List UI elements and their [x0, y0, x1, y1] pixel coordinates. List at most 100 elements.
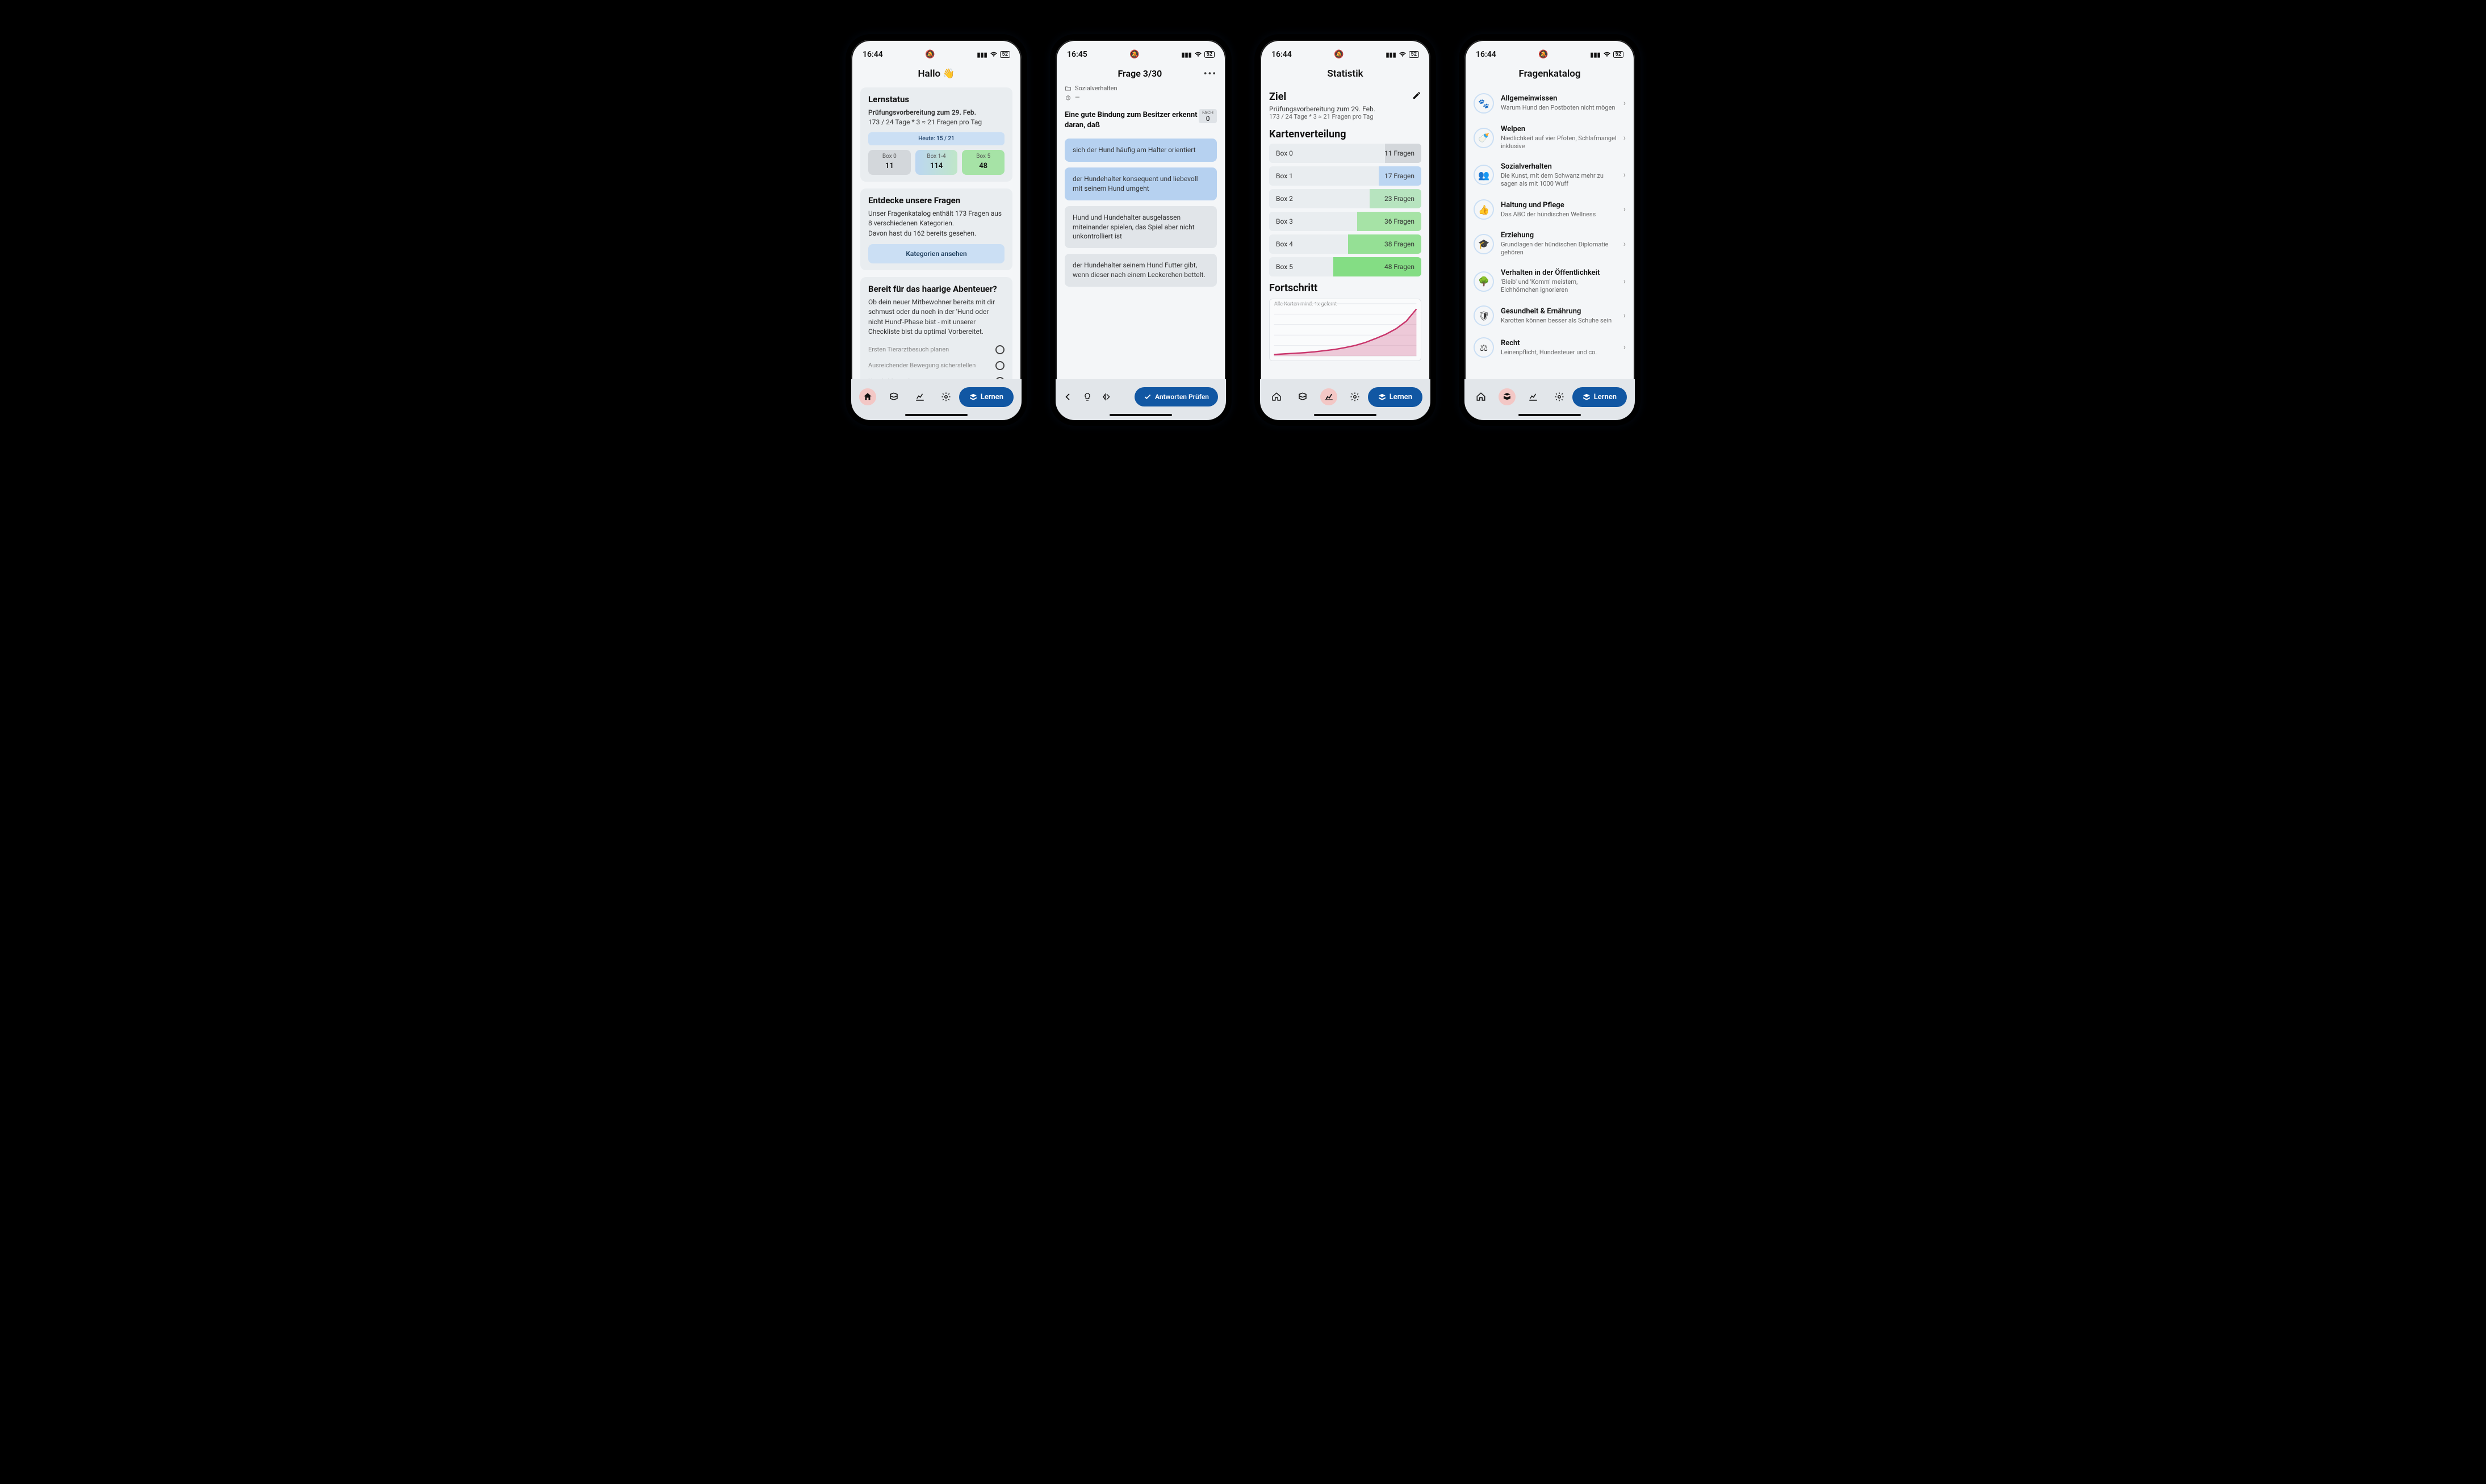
adventure-heading: Bereit für das haarige Abenteuer?	[868, 284, 1005, 294]
dist-row[interactable]: Box 011 Fragen	[1269, 144, 1421, 163]
wifi-icon	[1603, 52, 1611, 57]
nav-settings-icon[interactable]	[938, 388, 955, 405]
nav-home-icon[interactable]	[1472, 388, 1489, 405]
category-icon: ⚖	[1474, 337, 1494, 358]
more-icon[interactable]: •••	[1204, 68, 1217, 79]
category-item[interactable]: 👍 Haltung und PflegeDas ABC der hündisch…	[1474, 194, 1626, 225]
signal-icon: ▮▮▮	[977, 51, 987, 58]
wifi-icon	[1194, 52, 1202, 57]
answer-option[interactable]: der Hundehalter seinem Hund Futter gibt,…	[1065, 254, 1217, 287]
category-icon: 👥	[1474, 165, 1494, 185]
answer-option[interactable]: Hund und Hundehalter ausgelassen miteina…	[1065, 206, 1217, 248]
category-icon: 🎓	[1474, 234, 1494, 254]
category-icon: 🍼	[1474, 128, 1494, 148]
category-item[interactable]: 👥 SozialverhaltenDie Kunst, mit dem Schw…	[1474, 157, 1626, 194]
nav-catalog-icon[interactable]	[1294, 388, 1311, 405]
category-row: Sozialverhalten	[1065, 85, 1217, 92]
battery-icon: 52	[1613, 51, 1623, 58]
battery-icon: 52	[1204, 51, 1215, 58]
learn-button[interactable]: Lernen	[1572, 387, 1627, 407]
nav-home-icon[interactable]	[859, 388, 876, 405]
home-indicator[interactable]	[905, 414, 968, 416]
categories-button[interactable]: Kategorien ansehen	[868, 244, 1005, 263]
box-5[interactable]: Box 5 48	[962, 150, 1005, 175]
discover-body2: Davon hast du 162 bereits gesehen.	[868, 229, 1005, 238]
battery-icon: 52	[1000, 51, 1010, 58]
ziel-heading: Ziel	[1269, 91, 1375, 103]
radio-icon[interactable]	[995, 345, 1005, 354]
chevron-right-icon: ›	[1623, 311, 1626, 320]
dist-row[interactable]: Box 336 Fragen	[1269, 212, 1421, 231]
statusbar: 16:44 🔕 ▮▮▮ 52	[1260, 40, 1430, 65]
nav-stats-icon[interactable]	[1525, 388, 1542, 405]
status-right: ▮▮▮ 52	[977, 51, 1011, 58]
chevron-right-icon: ›	[1623, 240, 1626, 249]
adventure-body: Ob dein neuer Mitbewohner bereits mit di…	[868, 297, 1005, 337]
box-1-4[interactable]: Box 1-4 114	[915, 150, 958, 175]
home-indicator[interactable]	[1518, 414, 1581, 416]
nav-stats-icon[interactable]	[911, 388, 928, 405]
nav-catalog-icon[interactable]	[885, 388, 902, 405]
ziel-sub: Prüfungsvorbereitung zum 29. Feb.	[1269, 105, 1375, 113]
page-title: Statistik	[1269, 65, 1421, 87]
check-button[interactable]: Antworten Prüfen	[1135, 387, 1218, 406]
today-bar: Heute: 15 / 21	[868, 132, 1005, 145]
status-time: 16:44	[1271, 50, 1292, 59]
ziel-calc: 173 / 24 Tage * 3 ≈ 21 Fragen pro Tag	[1269, 113, 1375, 120]
category-item[interactable]: 🎓 ErziehungGrundlagen der hündischen Dip…	[1474, 225, 1626, 263]
dist-row[interactable]: Box 223 Fragen	[1269, 189, 1421, 208]
answer-option[interactable]: sich der Hund häufig am Halter orientier…	[1065, 139, 1217, 162]
learn-button[interactable]: Lernen	[959, 387, 1014, 407]
box-0[interactable]: Box 0 11	[868, 150, 911, 175]
checklist-item[interactable]: Ausreichender Bewegung sicherstellen	[868, 358, 1005, 374]
chevron-right-icon: ›	[1623, 343, 1626, 352]
home-indicator[interactable]	[1314, 414, 1376, 416]
learn-button[interactable]: Lernen	[1368, 387, 1422, 407]
chevron-right-icon: ›	[1623, 99, 1626, 108]
dist-row[interactable]: Box 117 Fragen	[1269, 166, 1421, 186]
time-row: —	[1065, 94, 1217, 101]
status-time: 16:44	[1476, 50, 1496, 59]
prog-heading: Fortschritt	[1269, 282, 1421, 294]
battery-icon: 52	[1409, 51, 1419, 58]
page-title: Hallo 👋	[860, 65, 1012, 87]
hint-icon[interactable]	[1083, 392, 1092, 401]
radio-icon[interactable]	[995, 361, 1005, 370]
edit-icon[interactable]	[1412, 87, 1421, 100]
dist-row[interactable]: Box 438 Fragen	[1269, 234, 1421, 254]
nav-home-icon[interactable]	[1268, 388, 1285, 405]
checklist-item[interactable]: Ersten Tierarztbesuch planen	[868, 342, 1005, 358]
status-right: ▮▮▮ 52	[1386, 51, 1420, 58]
screen-catalog: 16:44 🔕 ▮▮▮ 52 Fragenkatalog 🐾 Allgemein…	[1459, 34, 1640, 426]
screen-question: 16:45 🔕 ▮▮▮ 52 Frage 3/30 ••• Sozialverh…	[1050, 34, 1232, 426]
chevron-right-icon: ›	[1623, 170, 1626, 179]
answer-option[interactable]: der Hundehalter konsequent und liebevoll…	[1065, 167, 1217, 200]
wifi-icon	[1399, 52, 1407, 57]
restart-icon[interactable]	[1102, 392, 1111, 401]
category-icon: 🛡	[1474, 305, 1494, 326]
nav-catalog-icon[interactable]	[1499, 388, 1516, 405]
category-item[interactable]: 🌳 Verhalten in der Öffentlichkeit'Bleib'…	[1474, 263, 1626, 300]
category-item[interactable]: 🍼 WelpenNiedlichkeit auf vier Pfoten, Sc…	[1474, 119, 1626, 157]
chevron-right-icon: ›	[1623, 205, 1626, 214]
category-item[interactable]: ⚖ RechtLeinenpflicht, Hundesteuer und co…	[1474, 332, 1626, 363]
question-text: Eine gute Bindung zum Besitzer erkennt m…	[1065, 110, 1217, 131]
nav-settings-icon[interactable]	[1551, 388, 1568, 405]
status-mute-icon: 🔕	[1538, 50, 1548, 59]
checklist-item[interactable]: Hund chippen lassen	[868, 374, 1005, 379]
status-time: 16:45	[1067, 50, 1087, 59]
nav-settings-icon[interactable]	[1346, 388, 1363, 405]
home-indicator[interactable]	[1110, 414, 1172, 416]
dist-row[interactable]: Box 548 Fragen	[1269, 257, 1421, 276]
statusbar: 16:44 🔕 ▮▮▮ 52	[851, 40, 1022, 65]
statusbar: 16:45 🔕 ▮▮▮ 52	[1056, 40, 1226, 65]
signal-icon: ▮▮▮	[1386, 51, 1396, 58]
category-icon: 👍	[1474, 199, 1494, 220]
lernstatus-sub: Prüfungsvorbereitung zum 29. Feb.	[868, 108, 1005, 118]
category-icon: 🌳	[1474, 271, 1494, 292]
nav-stats-icon[interactable]	[1320, 388, 1337, 405]
back-icon[interactable]	[1064, 392, 1073, 401]
category-item[interactable]: 🐾 AllgemeinwissenWarum Hund den Postbote…	[1474, 87, 1626, 119]
question-counter: Frage 3/30	[1076, 68, 1204, 79]
category-item[interactable]: 🛡 Gesundheit & ErnährungKarotten können …	[1474, 300, 1626, 332]
